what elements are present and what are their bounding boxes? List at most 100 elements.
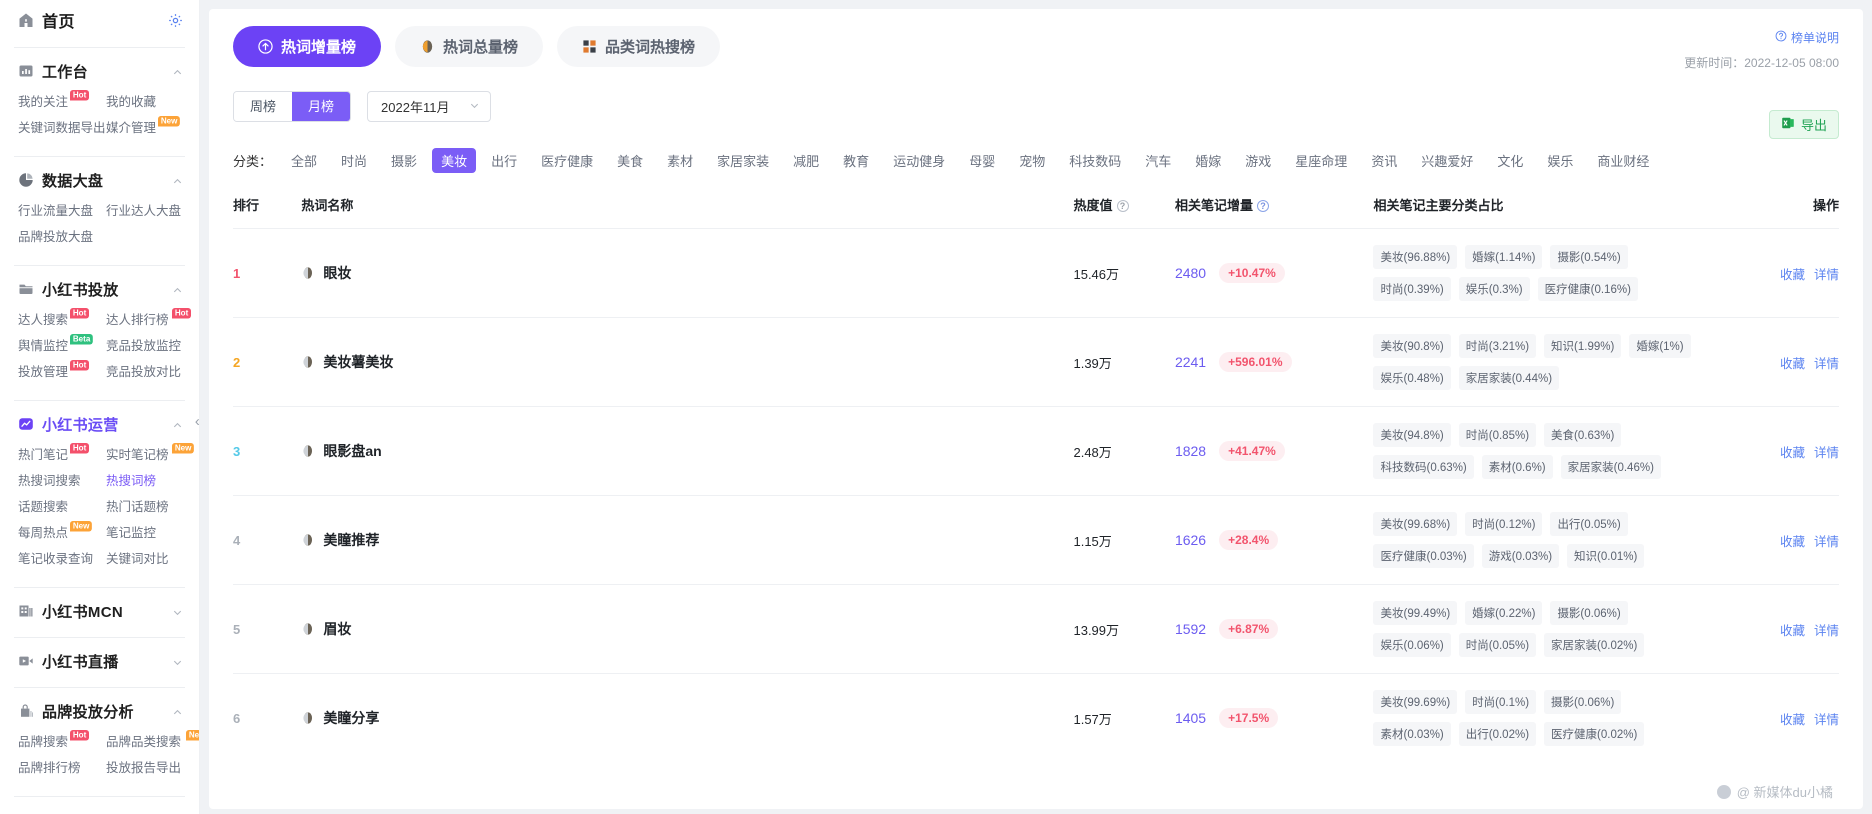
category-business[interactable]: 商业财经 [1588, 148, 1658, 173]
sidebar-item-sentiment-monitor[interactable]: 舆情监控 Beta [18, 334, 106, 357]
period-month-option[interactable]: 月榜 [292, 92, 351, 121]
sidebar-group-header[interactable]: 小红书运营 [0, 411, 199, 437]
category-games[interactable]: 游戏 [1236, 148, 1280, 173]
detail-button[interactable]: 详情 [1814, 442, 1839, 461]
favorite-button[interactable]: 收藏 [1780, 620, 1805, 639]
favorite-button[interactable]: 收藏 [1780, 442, 1805, 461]
sidebar-item-placement-management[interactable]: 投放管理 Hot [18, 360, 106, 383]
sidebar-item-influencer-search[interactable]: 达人搜索 Hot [18, 308, 106, 331]
detail-button[interactable]: 详情 [1814, 709, 1839, 728]
row-delta-number[interactable]: 1828 [1175, 443, 1206, 459]
table-row[interactable]: 1 眼妆 15.46万 2480 +10.47% 美妆(96.88%) 婚嫁(1… [233, 228, 1839, 318]
row-keyword[interactable]: 美瞳分享 [301, 708, 1073, 728]
sidebar-item-competitor-monitor[interactable]: 竞品投放监控 [106, 335, 199, 357]
rank-help-link[interactable]: 榜单说明 [1775, 29, 1839, 46]
category-maternity[interactable]: 母婴 [960, 148, 1004, 173]
category-photography[interactable]: 摄影 [382, 148, 426, 173]
table-row[interactable]: 6 美瞳分享 1.57万 1405 +17.5% 美妆(99.69%) 时尚(0… [233, 673, 1839, 762]
detail-button[interactable]: 详情 [1814, 264, 1839, 283]
sidebar-item-hotword-rank[interactable]: 热搜词榜 [106, 470, 199, 492]
category-beauty[interactable]: 美妆 [432, 148, 477, 173]
sidebar-item-competitor-compare[interactable]: 竞品投放对比 [106, 361, 199, 383]
table-row[interactable]: 3 眼影盘an 2.48万 1828 +41.47% 美妆(94.8%) 时尚(… [233, 406, 1839, 496]
sidebar-item-brand-rank[interactable]: 品牌排行榜 [18, 757, 106, 779]
favorite-button[interactable]: 收藏 [1780, 264, 1805, 283]
sidebar-item-keyword-export[interactable]: 关键词数据导出 [18, 117, 106, 139]
category-education[interactable]: 教育 [834, 148, 878, 173]
row-keyword[interactable]: 眼妆 [301, 263, 1073, 283]
row-keyword[interactable]: 眼影盘an [301, 441, 1073, 461]
favorite-button[interactable]: 收藏 [1780, 531, 1805, 550]
sidebar-item-note-index-query[interactable]: 笔记收录查询 [18, 548, 106, 570]
sidebar-item-hot-topic-rank[interactable]: 热门话题榜 [106, 496, 199, 518]
category-culture[interactable]: 文化 [1488, 148, 1532, 173]
sidebar-group-header[interactable]: 工作台 [0, 58, 199, 84]
collapse-sidebar-icon[interactable]: « [188, 410, 199, 432]
category-food[interactable]: 美食 [608, 148, 652, 173]
gear-icon[interactable] [168, 13, 183, 28]
category-fitness[interactable]: 运动健身 [884, 148, 954, 173]
period-week-option[interactable]: 周榜 [234, 92, 293, 121]
sidebar-item-brand-search[interactable]: 品牌搜索 Hot [18, 730, 106, 753]
sidebar-group-header[interactable]: 小红书直播 [0, 648, 199, 674]
sidebar-group-header[interactable]: 小红书投放 [0, 276, 199, 302]
sidebar-item-media-management[interactable]: 媒介管理 New [106, 116, 199, 139]
category-entertainment[interactable]: 娱乐 [1538, 148, 1582, 173]
sidebar-item-brand-placement[interactable]: 品牌投放大盘 [18, 226, 106, 248]
date-select[interactable]: 2022年11月 [367, 91, 492, 122]
export-button[interactable]: 导出 [1768, 110, 1839, 139]
category-health[interactable]: 医疗健康 [532, 148, 602, 173]
category-all[interactable]: 全部 [282, 148, 326, 173]
sidebar-item-brand-category-search[interactable]: 品牌品类搜索 New [106, 730, 199, 753]
tab-hotword-total[interactable]: 热词总量榜 [395, 26, 544, 67]
sidebar-item-industry-influencer[interactable]: 行业达人大盘 [106, 200, 199, 222]
category-wedding[interactable]: 婚嫁 [1186, 148, 1230, 173]
row-delta-number[interactable]: 2241 [1175, 354, 1206, 370]
category-astrology[interactable]: 星座命理 [1286, 148, 1356, 173]
sidebar-item-my-follow[interactable]: 我的关注 Hot [18, 90, 106, 113]
sidebar-item-note-monitor[interactable]: 笔记监控 [106, 522, 199, 544]
category-material[interactable]: 素材 [658, 148, 702, 173]
sidebar-item-my-favorites[interactable]: 我的收藏 [106, 91, 199, 113]
sidebar-item-influencer-rank[interactable]: 达人排行榜 Hot [106, 308, 199, 331]
category-fashion[interactable]: 时尚 [332, 148, 376, 173]
category-travel[interactable]: 出行 [482, 148, 526, 173]
row-keyword[interactable]: 眉妆 [301, 619, 1073, 639]
row-delta-number[interactable]: 2480 [1175, 265, 1206, 281]
category-pets[interactable]: 宠物 [1010, 148, 1054, 173]
sidebar-group-header[interactable]: 品牌投放分析 [0, 698, 199, 724]
sidebar-item-topic-search[interactable]: 话题搜索 [18, 496, 106, 518]
sidebar-item-industry-traffic[interactable]: 行业流量大盘 [18, 200, 106, 222]
category-auto[interactable]: 汽车 [1136, 148, 1180, 173]
table-row[interactable]: 4 美瞳推荐 1.15万 1626 +28.4% 美妆(99.68%) 时尚(0… [233, 495, 1839, 585]
row-keyword[interactable]: 美瞳推荐 [301, 530, 1073, 550]
category-hobbies[interactable]: 兴趣爱好 [1412, 148, 1482, 173]
row-keyword[interactable]: 美妆薯美妆 [301, 352, 1073, 372]
question-circle-icon[interactable]: ? [1116, 200, 1129, 212]
detail-button[interactable]: 详情 [1814, 353, 1839, 372]
sidebar-item-placement-report-export[interactable]: 投放报告导出 [106, 757, 199, 779]
detail-button[interactable]: 详情 [1814, 620, 1839, 639]
table-row[interactable]: 2 美妆薯美妆 1.39万 2241 +596.01% 美妆(90.8%) 时尚… [233, 317, 1839, 407]
table-row[interactable]: 5 眉妆 13.99万 1592 +6.87% 美妆(99.49%) 婚嫁(0.… [233, 584, 1839, 674]
category-news[interactable]: 资讯 [1362, 148, 1406, 173]
sidebar-item-keyword-compare[interactable]: 关键词对比 [106, 548, 199, 570]
sidebar-item-weekly-hotspot[interactable]: 每周热点 New [18, 521, 106, 544]
sidebar-item-hotword-search[interactable]: 热搜词搜索 [18, 470, 106, 492]
detail-button[interactable]: 详情 [1814, 531, 1839, 550]
tab-category-hotword[interactable]: 品类词热搜榜 [557, 26, 721, 67]
row-delta-number[interactable]: 1626 [1175, 532, 1206, 548]
sidebar-item-realtime-notes[interactable]: 实时笔记榜 New [106, 443, 199, 466]
category-home[interactable]: 家居家装 [708, 148, 778, 173]
category-weightloss[interactable]: 减肥 [784, 148, 828, 173]
tab-hotword-growth[interactable]: 热词增量榜 [233, 26, 382, 67]
row-delta-number[interactable]: 1405 [1175, 710, 1206, 726]
sidebar-group-header[interactable]: 小红书MCN [0, 598, 199, 624]
sidebar-item-hot-notes[interactable]: 热门笔记 Hot [18, 443, 106, 466]
favorite-button[interactable]: 收藏 [1780, 709, 1805, 728]
category-tech[interactable]: 科技数码 [1060, 148, 1130, 173]
favorite-button[interactable]: 收藏 [1780, 353, 1805, 372]
sidebar-item-home[interactable]: 首页 [0, 2, 199, 38]
row-delta-number[interactable]: 1592 [1175, 621, 1206, 637]
question-circle-icon[interactable]: ? [1256, 200, 1269, 212]
